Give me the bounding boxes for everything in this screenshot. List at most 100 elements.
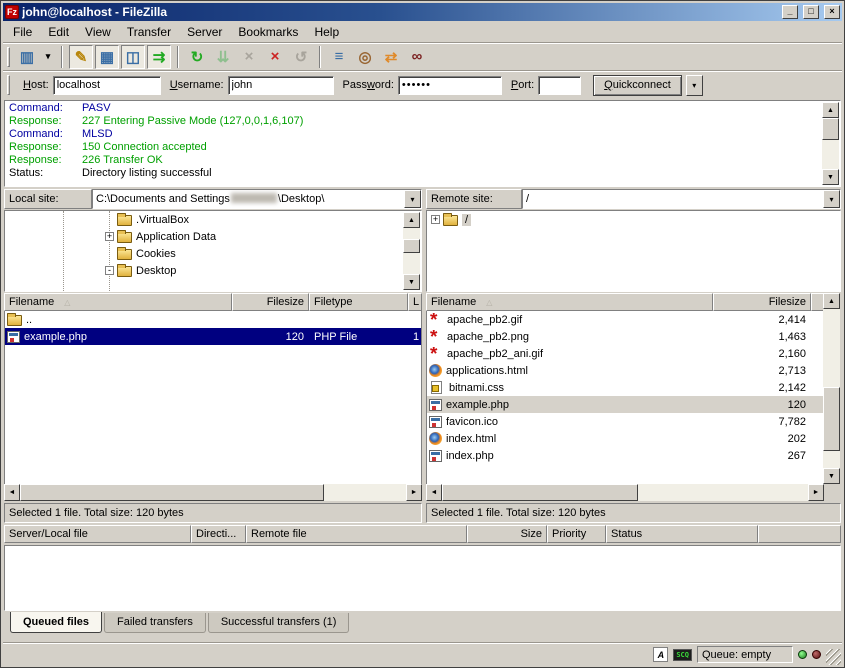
- column-header-lastmodified[interactable]: L: [408, 293, 422, 311]
- menu-bar: FileEditViewTransferServerBookmarksHelp: [3, 21, 842, 42]
- tab-queued-files[interactable]: Queued files: [10, 612, 102, 633]
- scroll-right-icon[interactable]: ►: [406, 484, 422, 501]
- column-header-server-local-file[interactable]: Server/Local file: [4, 525, 191, 543]
- tree-item[interactable]: Cookies: [5, 245, 421, 262]
- refresh-button[interactable]: ↻: [185, 45, 209, 69]
- file-row[interactable]: example.php 120: [427, 396, 823, 413]
- quickconnect-button[interactable]: Quickconnect: [593, 75, 682, 96]
- tree-item[interactable]: - Desktop: [5, 262, 421, 279]
- combo-dropdown-icon[interactable]: ▾: [404, 190, 421, 208]
- quickconnect-dropdown[interactable]: ▾: [686, 75, 703, 96]
- process-queue-button[interactable]: ⇊: [211, 45, 235, 69]
- menu-view[interactable]: View: [77, 23, 119, 41]
- menu-server[interactable]: Server: [179, 23, 230, 41]
- scrollbar-thumb[interactable]: [823, 387, 840, 451]
- close-button[interactable]: ×: [824, 5, 840, 19]
- scroll-up-icon[interactable]: ▲: [823, 293, 840, 309]
- reconnect-button[interactable]: ↺: [289, 45, 313, 69]
- column-header-filename[interactable]: Filename△: [4, 293, 232, 311]
- toolbar-grip[interactable]: [7, 47, 10, 67]
- compare-button[interactable]: ◎: [353, 45, 377, 69]
- scrollbar-thumb[interactable]: [442, 484, 638, 501]
- tree-item[interactable]: + /: [427, 211, 840, 228]
- menu-file[interactable]: File: [5, 23, 40, 41]
- column-header-remote-file[interactable]: Remote file: [246, 525, 467, 543]
- column-header-direction[interactable]: Directi...: [191, 525, 246, 543]
- remote-vertical-scrollbar[interactable]: ▲ ▼: [823, 293, 840, 484]
- file-row[interactable]: apache_pb2.gif 2,414: [427, 311, 823, 328]
- file-row[interactable]: applications.html 2,713: [427, 362, 823, 379]
- toolbar-separator[interactable]: [61, 46, 63, 68]
- toggle-remote-tree-button[interactable]: ◫: [121, 45, 145, 69]
- site-manager-button[interactable]: ▥: [15, 45, 39, 69]
- data-type-indicator-icon[interactable]: A: [653, 647, 668, 662]
- scrollbar-thumb[interactable]: [20, 484, 324, 501]
- column-header-filetype[interactable]: Filetype: [309, 293, 408, 311]
- menu-edit[interactable]: Edit: [40, 23, 77, 41]
- toggle-local-tree-button[interactable]: ▦: [95, 45, 119, 69]
- toggle-message-log-button[interactable]: ✎: [69, 45, 93, 69]
- log-scrollbar[interactable]: ▲ ▼: [822, 102, 839, 185]
- queue-list-area[interactable]: [4, 545, 841, 611]
- scrollbar-thumb[interactable]: [403, 239, 420, 253]
- speed-limit-indicator-icon[interactable]: SCQ: [673, 649, 692, 661]
- column-header-filesize[interactable]: Filesize: [232, 293, 309, 311]
- expander-icon[interactable]: +: [431, 215, 440, 224]
- column-header-priority[interactable]: Priority: [547, 525, 606, 543]
- toggle-queue-button[interactable]: ⇉: [147, 45, 171, 69]
- local-tree-scrollbar[interactable]: ▲ ▼: [403, 212, 420, 290]
- file-row[interactable]: ..: [5, 311, 421, 328]
- disconnect-button[interactable]: ×: [263, 45, 287, 69]
- quickconnect-grip[interactable]: [7, 75, 10, 95]
- combo-dropdown-icon[interactable]: ▾: [823, 190, 840, 208]
- username-input[interactable]: [228, 76, 334, 95]
- file-row[interactable]: favicon.ico 7,782: [427, 413, 823, 430]
- menu-bookmarks[interactable]: Bookmarks: [230, 23, 306, 41]
- scrollbar-thumb[interactable]: [822, 118, 839, 140]
- expander-icon[interactable]: -: [105, 266, 114, 275]
- file-row[interactable]: apache_pb2.png 1,463: [427, 328, 823, 345]
- site-manager-dropdown[interactable]: ▾: [41, 45, 55, 69]
- tree-item[interactable]: .VirtualBox: [5, 211, 421, 228]
- menu-help[interactable]: Help: [306, 23, 347, 41]
- column-header-size[interactable]: Size: [467, 525, 547, 543]
- file-row[interactable]: example.php 120 PHP File 1: [5, 328, 421, 345]
- tab-failed-transfers[interactable]: Failed transfers: [104, 613, 206, 633]
- file-row[interactable]: bitnami.css 2,142: [427, 379, 823, 396]
- minimize-button[interactable]: _: [782, 5, 798, 19]
- column-header-filesize[interactable]: Filesize: [713, 293, 811, 311]
- scroll-down-icon[interactable]: ▼: [823, 468, 840, 484]
- host-input[interactable]: [53, 76, 161, 95]
- toolbar-separator[interactable]: [319, 46, 321, 68]
- find-button[interactable]: ∞: [405, 45, 429, 69]
- scroll-left-icon[interactable]: ◄: [4, 484, 20, 501]
- remote-horizontal-scrollbar[interactable]: ◄ ►: [426, 484, 824, 501]
- file-row[interactable]: apache_pb2_ani.gif 2,160: [427, 345, 823, 362]
- column-header-status[interactable]: Status: [606, 525, 758, 543]
- tree-item[interactable]: + Application Data: [5, 228, 421, 245]
- scroll-right-icon[interactable]: ►: [808, 484, 824, 501]
- scroll-down-icon[interactable]: ▼: [403, 274, 420, 290]
- file-row[interactable]: index.html 202: [427, 430, 823, 447]
- title-bar[interactable]: Fz john@localhost - FileZilla _ □ ×: [3, 3, 842, 21]
- maximize-button[interactable]: □: [803, 5, 819, 19]
- remote-path-combo[interactable]: / ▾: [522, 189, 841, 209]
- column-header-filename[interactable]: Filename△: [426, 293, 713, 311]
- resize-grip[interactable]: [826, 649, 841, 665]
- expander-icon[interactable]: +: [105, 232, 114, 241]
- port-input[interactable]: [538, 76, 581, 95]
- cancel-operation-button[interactable]: ×: [237, 45, 261, 69]
- scroll-up-icon[interactable]: ▲: [822, 102, 839, 118]
- scroll-left-icon[interactable]: ◄: [426, 484, 442, 501]
- toolbar-separator[interactable]: [177, 46, 179, 68]
- scroll-up-icon[interactable]: ▲: [403, 212, 420, 228]
- tab-successful-transfers[interactable]: Successful transfers (1): [208, 613, 350, 633]
- local-horizontal-scrollbar[interactable]: ◄ ►: [4, 484, 422, 501]
- file-row[interactable]: index.php 267: [427, 447, 823, 464]
- filter-button[interactable]: ≡: [327, 45, 351, 69]
- password-input[interactable]: [398, 76, 502, 95]
- local-path-combo[interactable]: C:\Documents and Settings\Desktop\ ▾: [92, 189, 422, 209]
- sync-browsing-button[interactable]: ⇄: [379, 45, 403, 69]
- scroll-down-icon[interactable]: ▼: [822, 169, 839, 185]
- menu-transfer[interactable]: Transfer: [119, 23, 179, 41]
